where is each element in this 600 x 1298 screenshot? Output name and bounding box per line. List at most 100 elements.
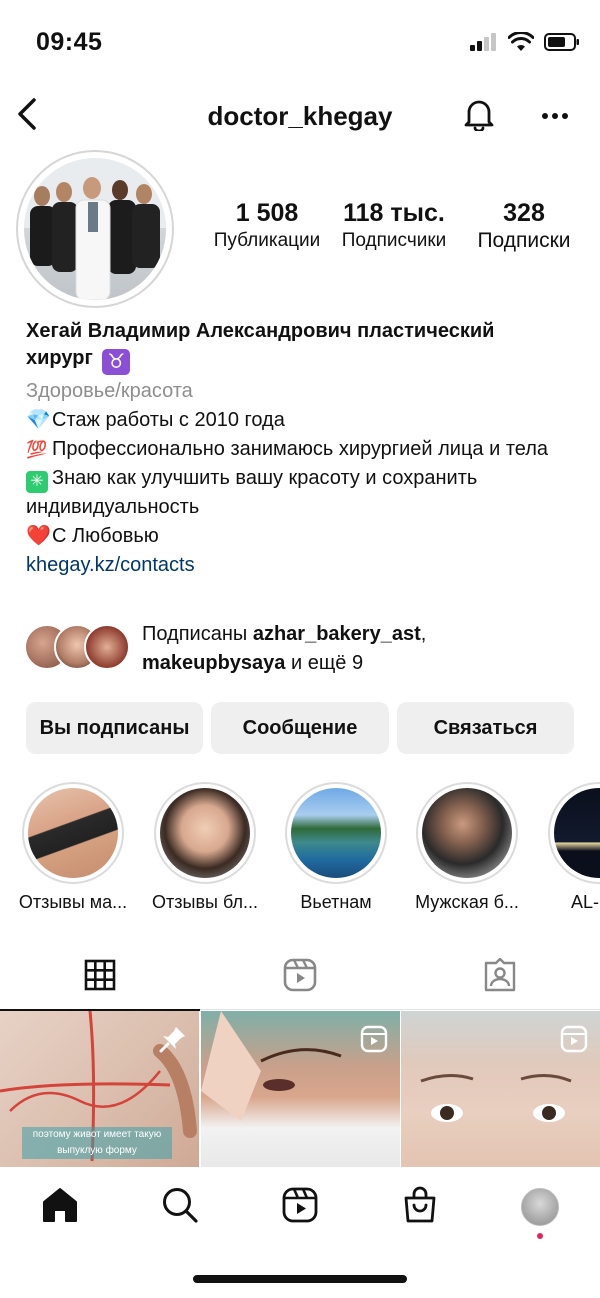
highlight-cover xyxy=(422,788,512,878)
highlight-cover xyxy=(28,788,118,878)
followed-by[interactable]: Подписаны azhar_bakery_ast, makeupbysaya… xyxy=(24,620,594,678)
highlight-ring xyxy=(22,782,124,884)
follower-avatar xyxy=(84,624,130,670)
bio-category: Здоровье/красота xyxy=(26,380,193,402)
pin-icon xyxy=(159,1025,187,1058)
highlight-label: Отзывы ма... xyxy=(18,892,128,912)
bio-line-surgery: 💯 Профессионально занимаюсь хирургией лиц… xyxy=(26,435,586,464)
nav-profile[interactable] xyxy=(518,1185,562,1229)
highlight-ring xyxy=(154,782,256,884)
highlight-label: Вьетнам xyxy=(300,892,372,912)
following-label: Подписки xyxy=(477,229,571,252)
following-button[interactable]: Вы подписаны xyxy=(26,702,203,754)
status-bar: 09:45 xyxy=(0,0,600,88)
followers-stat[interactable]: 118 тыс. Подписчики xyxy=(334,198,454,254)
followers-count: 118 тыс. xyxy=(343,199,445,227)
profile-avatar xyxy=(24,158,166,300)
cellular-signal-icon xyxy=(470,33,498,56)
reels-icon xyxy=(360,1025,388,1058)
following-count: 328 xyxy=(503,199,545,227)
highlight-cover xyxy=(160,788,250,878)
contact-button[interactable]: Связаться xyxy=(397,702,574,754)
tab-reels[interactable] xyxy=(200,944,400,1010)
search-icon xyxy=(161,1186,199,1229)
bio-full-name: Хегай Владимир Александрович пластически… xyxy=(26,318,586,375)
followed-by-prefix: Подписаны xyxy=(142,623,248,645)
message-button[interactable]: Сообщение xyxy=(211,702,389,754)
story-highlights: Отзывы ма... Отзывы бл... Вьетнам Мужска… xyxy=(0,782,600,922)
taurus-icon: ♉ xyxy=(102,349,131,375)
profile-bio: Хегай Владимир Александрович пластически… xyxy=(26,318,586,580)
tab-tagged[interactable] xyxy=(400,944,600,1010)
followed-by-avatars xyxy=(24,624,134,670)
highlight-item[interactable]: AL-CLI xyxy=(532,782,600,914)
tab-grid[interactable] xyxy=(0,944,200,1011)
followed-by-user[interactable]: azhar_bakery_ast xyxy=(253,623,421,645)
highlight-item[interactable]: Отзывы ма... xyxy=(6,782,140,914)
reels-icon xyxy=(283,958,317,997)
bio-line-text: Стаж работы с 2010 года xyxy=(52,409,285,431)
grid-post[interactable] xyxy=(201,1011,400,1167)
hundred-icon: 💯 xyxy=(26,440,48,459)
followed-by-text: Подписаны azhar_bakery_ast, makeupbysaya… xyxy=(142,623,427,674)
followed-by-suffix: и ещё 9 xyxy=(290,652,364,674)
highlight-cover xyxy=(291,788,381,878)
bio-line-beauty: ✳ Знаю как улучшить вашу красоту и сохран… xyxy=(26,464,586,522)
grid-post[interactable]: поэтому живот имеет такую выпуклую форму xyxy=(0,1011,199,1167)
nav-reels[interactable] xyxy=(278,1185,322,1229)
notification-dot-icon xyxy=(537,1233,543,1239)
home-indicator[interactable] xyxy=(193,1275,407,1283)
status-time: 09:45 xyxy=(36,28,103,56)
profile-tabs xyxy=(0,944,600,1011)
more-horizontal-icon xyxy=(541,107,569,125)
highlight-label: Мужская б... xyxy=(415,892,519,912)
nav-search[interactable] xyxy=(158,1185,202,1229)
nav-home[interactable] xyxy=(38,1185,82,1229)
diamond-icon: 💎 xyxy=(26,409,51,431)
highlight-item[interactable]: Мужская б... xyxy=(400,782,534,914)
nav-shop[interactable] xyxy=(398,1185,442,1229)
followed-by-user[interactable]: makeupbysaya xyxy=(142,652,285,674)
tagged-person-icon xyxy=(483,957,517,997)
profile-username: doctor_khegay xyxy=(207,101,393,131)
notifications-button[interactable] xyxy=(460,96,498,136)
highlight-label: AL-CLI xyxy=(570,892,600,912)
reels-icon xyxy=(282,1187,318,1228)
bottom-navigation xyxy=(0,1167,600,1253)
grid-icon xyxy=(84,959,116,996)
profile-avatar-icon xyxy=(521,1188,559,1226)
posts-count: 1 508 xyxy=(235,199,299,227)
highlight-label: Отзывы бл... xyxy=(152,892,258,912)
more-options-button[interactable] xyxy=(536,98,574,134)
profile-avatar-ring[interactable] xyxy=(16,150,174,308)
bio-line-text: С Любовью xyxy=(52,525,159,547)
highlight-ring xyxy=(548,782,600,884)
profile-top-nav: doctor_khegay xyxy=(0,88,600,144)
posts-stat[interactable]: 1 508 Публикации xyxy=(210,198,324,254)
profile-stats: 1 508 Публикации 118 тыс. Подписчики 328… xyxy=(200,198,590,260)
bio-name-line1: Хегай Владимир Александрович пластически… xyxy=(26,320,495,342)
bio-line-love: ❤️С Любовью xyxy=(26,522,586,551)
battery-icon xyxy=(544,33,580,56)
sparkle-icon: ✳ xyxy=(26,471,48,493)
grid-post[interactable] xyxy=(401,1011,600,1167)
bio-line-text: Профессионально занимаюсь хирургией лица… xyxy=(52,438,549,460)
bio-website-link[interactable]: khegay.kz/contacts xyxy=(26,551,586,580)
bio-line-text: Знаю как улучшить вашу красоту и сохрани… xyxy=(26,467,478,518)
home-icon xyxy=(41,1187,79,1228)
status-icons xyxy=(470,31,580,57)
highlight-ring xyxy=(285,782,387,884)
following-stat[interactable]: 328 Подписки xyxy=(466,198,582,254)
reels-icon xyxy=(560,1025,588,1058)
highlight-cover xyxy=(554,788,600,878)
bio-line-experience: 💎Стаж работы с 2010 года xyxy=(26,406,586,435)
posts-label: Публикации xyxy=(213,230,321,251)
followers-label: Подписчики xyxy=(341,230,447,251)
back-button[interactable] xyxy=(12,96,42,136)
highlight-item[interactable]: Отзывы бл... xyxy=(138,782,272,914)
shopping-bag-icon xyxy=(402,1186,438,1229)
wifi-icon xyxy=(507,31,535,57)
highlight-item[interactable]: Вьетнам xyxy=(269,782,403,914)
highlight-ring xyxy=(416,782,518,884)
bell-icon xyxy=(462,97,496,136)
